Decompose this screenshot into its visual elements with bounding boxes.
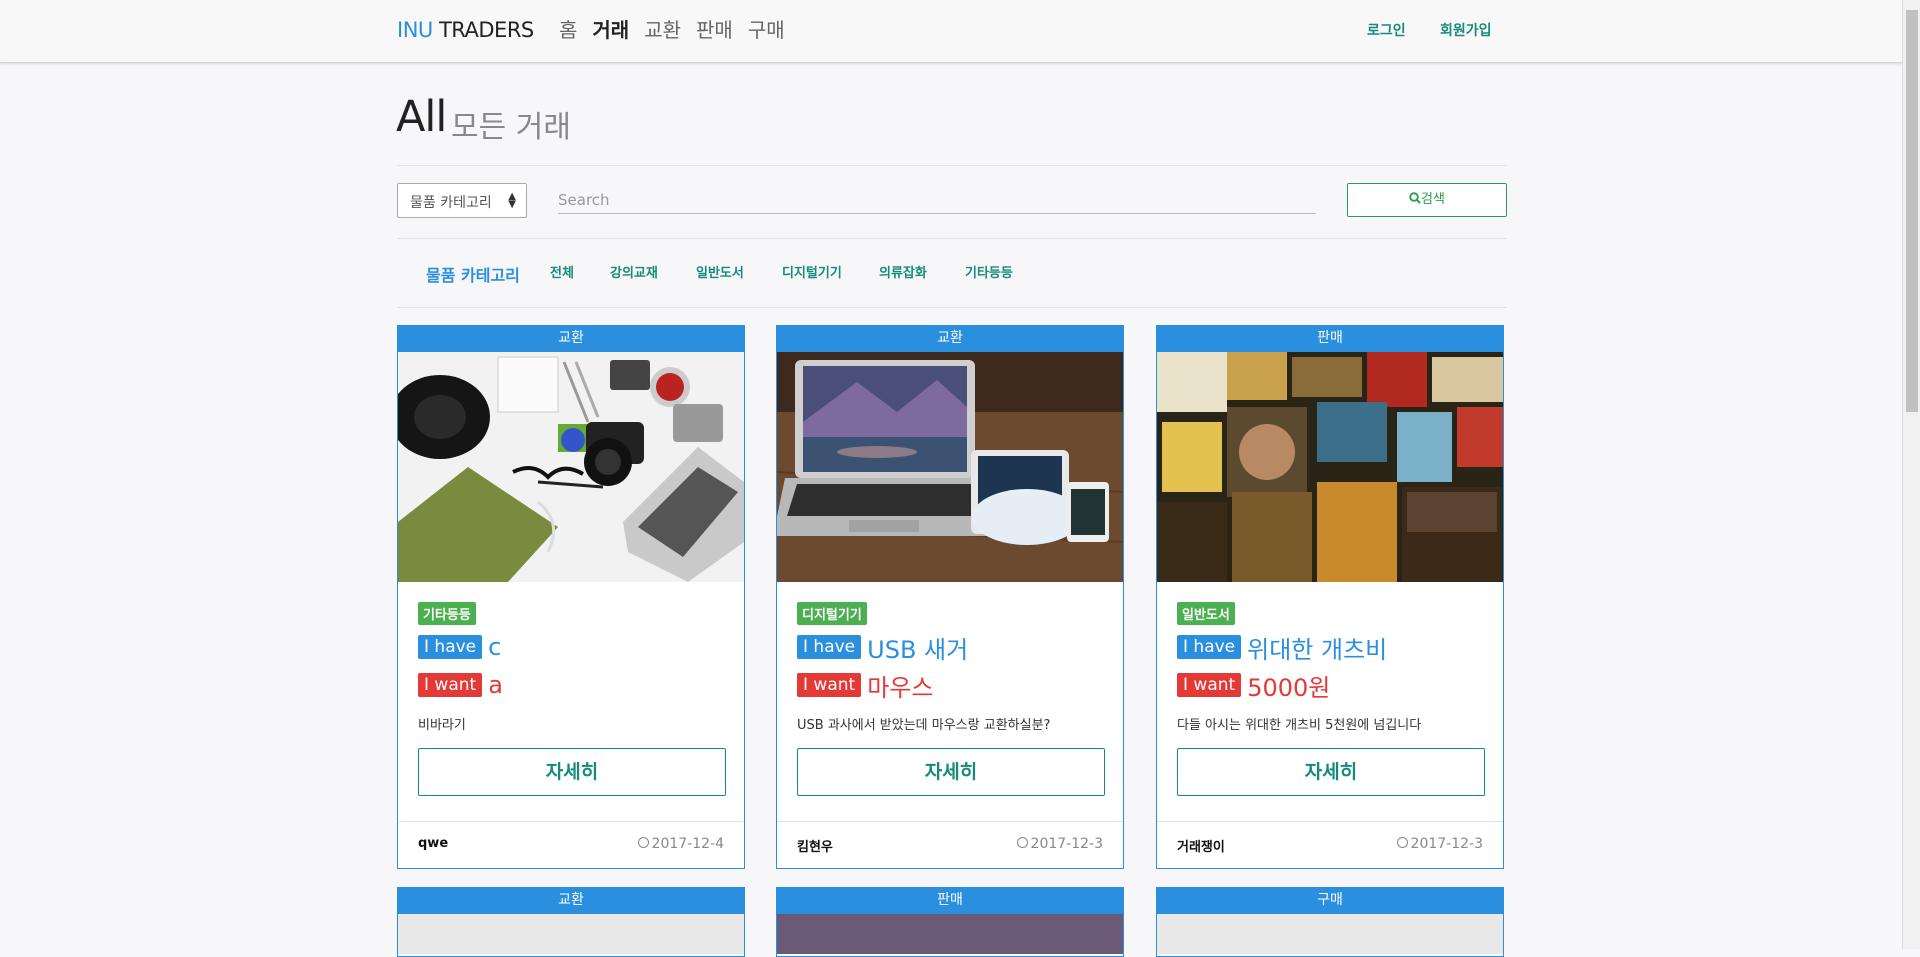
category-select-value: 물품 카테고리: [410, 195, 492, 211]
login-link[interactable]: 로그인: [1367, 20, 1406, 40]
trade-card: 교환 기타등등 I have c I want a 비바라기 자세히 qwe 2…: [397, 325, 745, 869]
want-tag: I want: [418, 673, 483, 697]
card-image[interactable]: [398, 914, 744, 954]
author-name: 거래쟁이: [1177, 840, 1225, 855]
card-description: USB 과사에서 받았는데 마우스랑 교환하실분?: [797, 718, 1051, 733]
category-title: 물품 카테고리: [426, 266, 520, 285]
card-description: 비바라기: [418, 718, 466, 733]
trade-type-label: 판매: [1157, 326, 1503, 352]
desk-flatlay-photo: [398, 352, 744, 582]
detail-button[interactable]: 자세히: [418, 748, 726, 796]
card-image[interactable]: [398, 352, 744, 582]
books-photo: [1157, 352, 1503, 582]
want-tag: I want: [1177, 673, 1242, 697]
clock-icon: [1396, 837, 1408, 848]
post-date: 2017-12-3: [1396, 836, 1483, 852]
author-name: qwe: [418, 836, 449, 851]
main-nav: 홈 거래 교환 판매 구매: [559, 14, 785, 43]
card-image[interactable]: [777, 352, 1123, 582]
category-clothing[interactable]: 의류잡화: [879, 262, 927, 281]
card-description: 다들 아시는 위대한 개츠비 5천원에 넘깁니다: [1177, 718, 1422, 733]
navbar: INU TRADERS 홈 거래 교환 판매 구매 로그인 회원가입: [0, 0, 1902, 63]
have-value: 위대한 개츠비: [1247, 635, 1388, 664]
have-tag: I have: [418, 635, 483, 659]
nav-sell[interactable]: 판매: [696, 14, 733, 43]
have-tag: I have: [797, 635, 862, 659]
nav-buy[interactable]: 구매: [748, 14, 785, 43]
scrollbar-thumb[interactable]: [1906, 10, 1918, 412]
category-general-books[interactable]: 일반도서: [696, 262, 744, 281]
author-name: 킴현우: [797, 840, 833, 855]
category-lecture-books[interactable]: 강의교재: [610, 262, 658, 281]
signup-link[interactable]: 회원가입: [1440, 20, 1492, 40]
category-badge: 디지털기기: [797, 602, 867, 625]
clock-icon: [637, 837, 649, 848]
page-title: All: [396, 92, 447, 142]
trade-type-label: 구매: [1157, 888, 1503, 914]
have-value: c: [488, 633, 502, 661]
search-button-label: 검색: [1421, 192, 1445, 207]
post-date-text: 2017-12-3: [1410, 836, 1483, 852]
page-subtitle: 모든 거래: [451, 110, 571, 145]
trade-card: 구매: [1156, 887, 1504, 957]
search-button[interactable]: 검색: [1347, 183, 1507, 217]
trade-card: 판매: [776, 887, 1124, 957]
laptop-tablet-phone-photo: [777, 352, 1123, 582]
brand-part-2: TRADERS: [432, 18, 534, 42]
trade-type-label: 판매: [777, 888, 1123, 914]
brand-logo[interactable]: INU TRADERS: [397, 18, 534, 42]
trade-card: 판매 일반도서 I have 위대한 개츠비 I want 5000원 다들 아시는…: [1156, 325, 1504, 869]
post-date-text: 2017-12-3: [1030, 836, 1103, 852]
divider: [397, 238, 1507, 239]
category-digital[interactable]: 디지털기기: [782, 262, 842, 281]
have-tag: I have: [1177, 635, 1242, 659]
select-arrows-icon: ▲ ▼: [508, 191, 516, 210]
trade-card: 교환: [397, 887, 745, 957]
want-tag: I want: [797, 673, 862, 697]
divider: [397, 165, 1507, 166]
nav-home[interactable]: 홈: [559, 14, 577, 43]
card-image[interactable]: [1157, 352, 1503, 582]
trade-type-label: 교환: [398, 326, 744, 352]
category-badge: 기타등등: [418, 602, 476, 625]
divider: [397, 307, 1507, 308]
detail-button[interactable]: 자세히: [1177, 748, 1485, 796]
category-badge: 일반도서: [1177, 602, 1235, 625]
want-value: 5000원: [1247, 673, 1331, 702]
nav-exchange[interactable]: 교환: [644, 14, 681, 43]
card-image[interactable]: [1157, 914, 1503, 954]
have-value: USB 새거: [867, 635, 969, 664]
detail-button[interactable]: 자세히: [797, 748, 1105, 796]
category-select[interactable]: 물품 카테고리 ▲ ▼: [397, 183, 527, 218]
search-input[interactable]: [558, 187, 1316, 214]
category-all[interactable]: 전체: [550, 262, 574, 281]
want-value: a: [488, 671, 503, 699]
brand-part-1: INU: [397, 18, 433, 42]
post-date-text: 2017-12-4: [651, 836, 724, 852]
trade-card: 교환 디지털기기 I have USB 새거 I want 마우스 USB 과사에서…: [776, 325, 1124, 869]
trade-type-label: 교환: [777, 326, 1123, 352]
trade-type-label: 교환: [398, 888, 744, 914]
want-value: 마우스: [867, 673, 934, 702]
category-etc[interactable]: 기타등등: [965, 262, 1013, 281]
post-date: 2017-12-3: [1016, 836, 1103, 852]
card-image[interactable]: [777, 914, 1123, 954]
search-icon: [1409, 192, 1421, 204]
page-scrollbar[interactable]: [1902, 0, 1920, 949]
clock-icon: [1016, 837, 1028, 848]
post-date: 2017-12-4: [637, 836, 724, 852]
nav-trade[interactable]: 거래: [592, 14, 629, 43]
